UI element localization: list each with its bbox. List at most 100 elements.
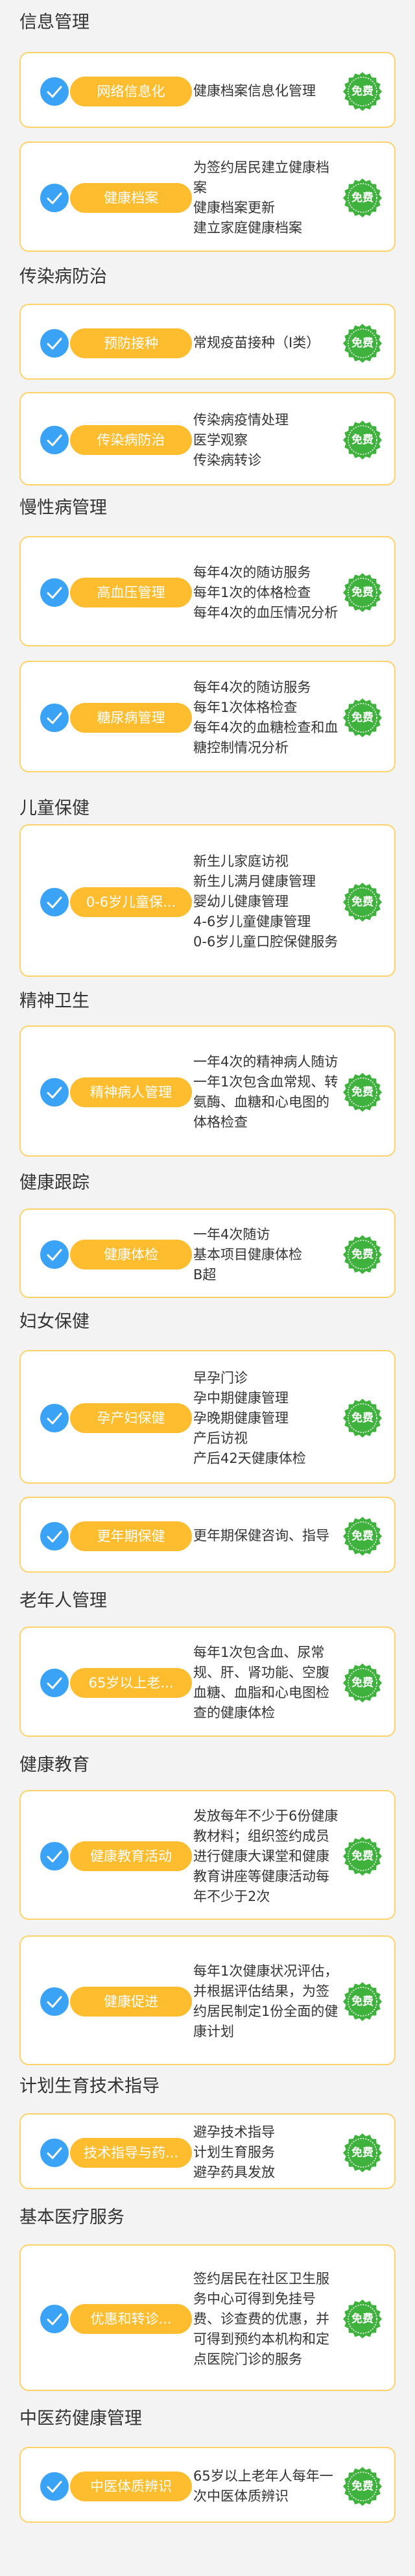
- free-badge-label: 免费: [351, 711, 374, 724]
- service-description: 传染病疫情处理 医学观察 传染病转诊: [193, 411, 289, 468]
- service-description: 每年4次的随访服务 每年1次的体格检查 每年4次的血压情况分析: [193, 564, 338, 620]
- service-name-pill: 健康体检: [70, 1240, 192, 1270]
- service-card[interactable]: 0-6岁儿童保... 新生儿家庭访视 新生儿满月健康管理 婴幼儿健康管理 4-6岁…: [19, 824, 396, 977]
- service-description: 一年4次随访 基本项目健康体检 B超: [193, 1226, 302, 1282]
- service-card[interactable]: 高血压管理 每年4次的随访服务 每年1次的体格检查 每年4次的血压情况分析 免费: [19, 536, 396, 646]
- service-name-pill: 中医体质辨识: [70, 2471, 192, 2501]
- service-card[interactable]: 网络信息化 健康档案信息化管理 免费: [19, 52, 396, 128]
- service-name-pill: 精神病人管理: [70, 1077, 192, 1107]
- free-badge-icon: 免费: [342, 1981, 383, 2022]
- service-name-pill: 优惠和转诊...: [70, 2304, 192, 2334]
- free-badge-label: 免费: [351, 2312, 374, 2325]
- service-description: 为签约居民建立健康档案 健康档案更新 建立家庭健康档案: [193, 160, 329, 236]
- service-name-pill: 传染病防治: [70, 425, 192, 455]
- free-badge-icon: 免费: [342, 178, 383, 218]
- service-name-pill: 技术指导与药...: [70, 2137, 192, 2168]
- service-card[interactable]: 优惠和转诊... 签约居民在社区卫生服务中心可得到免挂号费、诊查费的优惠，并可得到…: [19, 2244, 396, 2391]
- free-badge-icon: 免费: [342, 323, 383, 363]
- free-badge-label: 免费: [351, 336, 374, 350]
- free-badge-label: 免费: [351, 191, 374, 204]
- free-badge-label: 免费: [351, 1850, 374, 1863]
- free-badge-label: 免费: [351, 1412, 374, 1425]
- service-description: 发放每年不少于6份健康教材料；组织签约成员进行健康大课堂和健康教育讲座等健康活动…: [193, 1808, 338, 1904]
- checkmark-icon[interactable]: [40, 77, 69, 106]
- service-card[interactable]: 65岁以上老... 每年1次包含血、尿常规、肝、肾功能、空腹血糖、血脂和心电图检查…: [19, 1626, 396, 1737]
- free-badge-label: 免费: [351, 895, 374, 909]
- checkmark-icon[interactable]: [40, 1404, 69, 1432]
- service-name-pill: 健康教育活动: [70, 1841, 192, 1871]
- checkmark-icon[interactable]: [40, 2305, 69, 2333]
- service-card[interactable]: 糖尿病管理 每年4次的随访服务 每年1次体格检查 每年4次的血糖检查和血糖控制情况…: [19, 661, 396, 772]
- section-title: 妇女保健: [19, 1312, 89, 1332]
- checkmark-icon[interactable]: [40, 2138, 69, 2167]
- service-description: 65岁以上老年人每年一次中医体质辨识: [193, 2468, 333, 2504]
- service-description: 每年1次健康状况评估，并根据评估结果，为签约居民制定1份全面的健康计划: [193, 1963, 338, 2039]
- free-badge-icon: 免费: [342, 1234, 383, 1275]
- section-title: 慢性病管理: [19, 498, 107, 518]
- checkmark-icon[interactable]: [40, 887, 69, 916]
- free-badge-label: 免费: [351, 1086, 374, 1099]
- service-card[interactable]: 孕产妇保健 早孕门诊 孕中期健康管理 孕晚期健康管理 产后访视 产后42天健康体检…: [19, 1350, 396, 1484]
- free-badge-icon: 免费: [342, 420, 383, 460]
- free-badge-label: 免费: [351, 2479, 374, 2493]
- service-description: 每年1次包含血、尿常规、肝、肾功能、空腹血糖、血脂和心电图检查的健康体检: [193, 1645, 329, 1721]
- checkmark-icon[interactable]: [40, 1669, 69, 1697]
- service-card[interactable]: 更年期保健 更年期保健咨询、指导 免费: [19, 1497, 396, 1573]
- service-card[interactable]: 健康体检 一年4次随访 基本项目健康体检 B超 免费: [19, 1208, 396, 1298]
- checkmark-icon[interactable]: [40, 1240, 69, 1269]
- section-title: 基本医疗服务: [19, 2207, 124, 2227]
- free-badge-label: 免费: [351, 84, 374, 98]
- section-title: 老年人管理: [19, 1591, 107, 1611]
- service-name-pill: 健康促进: [70, 1987, 192, 2017]
- free-badge-icon: 免费: [342, 2299, 383, 2339]
- service-card[interactable]: 预防接种 常规疫苗接种（Ⅰ类） 免费: [19, 304, 396, 380]
- service-name-pill: 0-6岁儿童保...: [70, 887, 192, 917]
- checkmark-icon[interactable]: [40, 1078, 69, 1107]
- free-badge-label: 免费: [351, 1995, 374, 2008]
- service-description: 避孕技术指导 计划生育服务 避孕药具发放: [193, 2124, 275, 2180]
- checkmark-icon[interactable]: [40, 1987, 69, 2016]
- service-description: 健康档案信息化管理: [193, 83, 316, 99]
- service-description: 早孕门诊 孕中期健康管理 孕晚期健康管理 产后访视 产后42天健康体检: [193, 1369, 306, 1466]
- service-name-pill: 糖尿病管理: [70, 703, 192, 733]
- section-title: 健康教育: [19, 1755, 89, 1775]
- section-title: 传染病防治: [19, 267, 107, 287]
- free-badge-icon: 免费: [342, 572, 383, 613]
- free-badge-icon: 免费: [342, 1836, 383, 1876]
- free-badge-icon: 免费: [342, 1072, 383, 1112]
- free-badge-icon: 免费: [342, 698, 383, 738]
- checkmark-icon[interactable]: [40, 184, 69, 212]
- service-description: 一年4次的精神病人随访 一年1次包含血常规、转氨酶、血糖和心电图的体格检查: [193, 1054, 338, 1130]
- checkmark-icon[interactable]: [40, 1521, 69, 1551]
- free-badge-icon: 免费: [342, 2133, 383, 2173]
- service-card[interactable]: 传染病防治 传染病疫情处理 医学观察 传染病转诊 免费: [19, 392, 396, 485]
- free-badge-icon: 免费: [342, 882, 383, 922]
- checkmark-icon[interactable]: [40, 328, 69, 358]
- service-name-pill: 65岁以上老...: [70, 1668, 192, 1698]
- service-description: 更年期保健咨询、指导: [193, 1528, 329, 1543]
- service-card[interactable]: 中医体质辨识 65岁以上老年人每年一次中医体质辨识 免费: [19, 2447, 396, 2523]
- section-title: 中医药健康管理: [19, 2409, 142, 2429]
- section-title: 儿童保健: [19, 798, 89, 818]
- free-badge-label: 免费: [351, 1676, 374, 1689]
- free-badge-icon: 免费: [342, 1398, 383, 1438]
- service-card[interactable]: 精神病人管理 一年4次的精神病人随访 一年1次包含血常规、转氨酶、血糖和心电图的体…: [19, 1025, 396, 1157]
- checkmark-icon[interactable]: [40, 1842, 69, 1871]
- service-list: 信息管理 网络信息化 健康档案信息化管理 免费 健康档案 为签约居民建立健康档案 健康档案…: [0, 0, 415, 2576]
- checkmark-icon[interactable]: [40, 2472, 69, 2501]
- service-name-pill: 孕产妇保健: [70, 1403, 192, 1433]
- free-badge-label: 免费: [351, 586, 374, 599]
- checkmark-icon[interactable]: [40, 704, 69, 732]
- service-description: 签约居民在社区卫生服务中心可得到免挂号费、诊查费的优惠，并可得到预约本机构和定点…: [193, 2270, 329, 2367]
- free-badge-label: 免费: [351, 434, 374, 447]
- free-badge-label: 免费: [351, 1248, 374, 1261]
- service-name-pill: 高血压管理: [70, 578, 192, 607]
- service-card[interactable]: 健康促进 每年1次健康状况评估，并根据评估结果，为签约居民制定1份全面的健康计划免…: [19, 1935, 396, 2065]
- free-badge-label: 免费: [351, 1529, 374, 1543]
- service-card[interactable]: 健康档案 为签约居民建立健康档案 健康档案更新 建立家庭健康档案 免费: [19, 141, 396, 252]
- checkmark-icon[interactable]: [40, 578, 69, 607]
- service-card[interactable]: 技术指导与药... 避孕技术指导 计划生育服务 避孕药具发放 免费: [19, 2113, 396, 2189]
- service-card[interactable]: 健康教育活动 发放每年不少于6份健康教材料；组织签约成员进行健康大课堂和健康教育讲…: [19, 1790, 396, 1920]
- checkmark-icon[interactable]: [40, 426, 69, 454]
- free-badge-label: 免费: [351, 2146, 374, 2159]
